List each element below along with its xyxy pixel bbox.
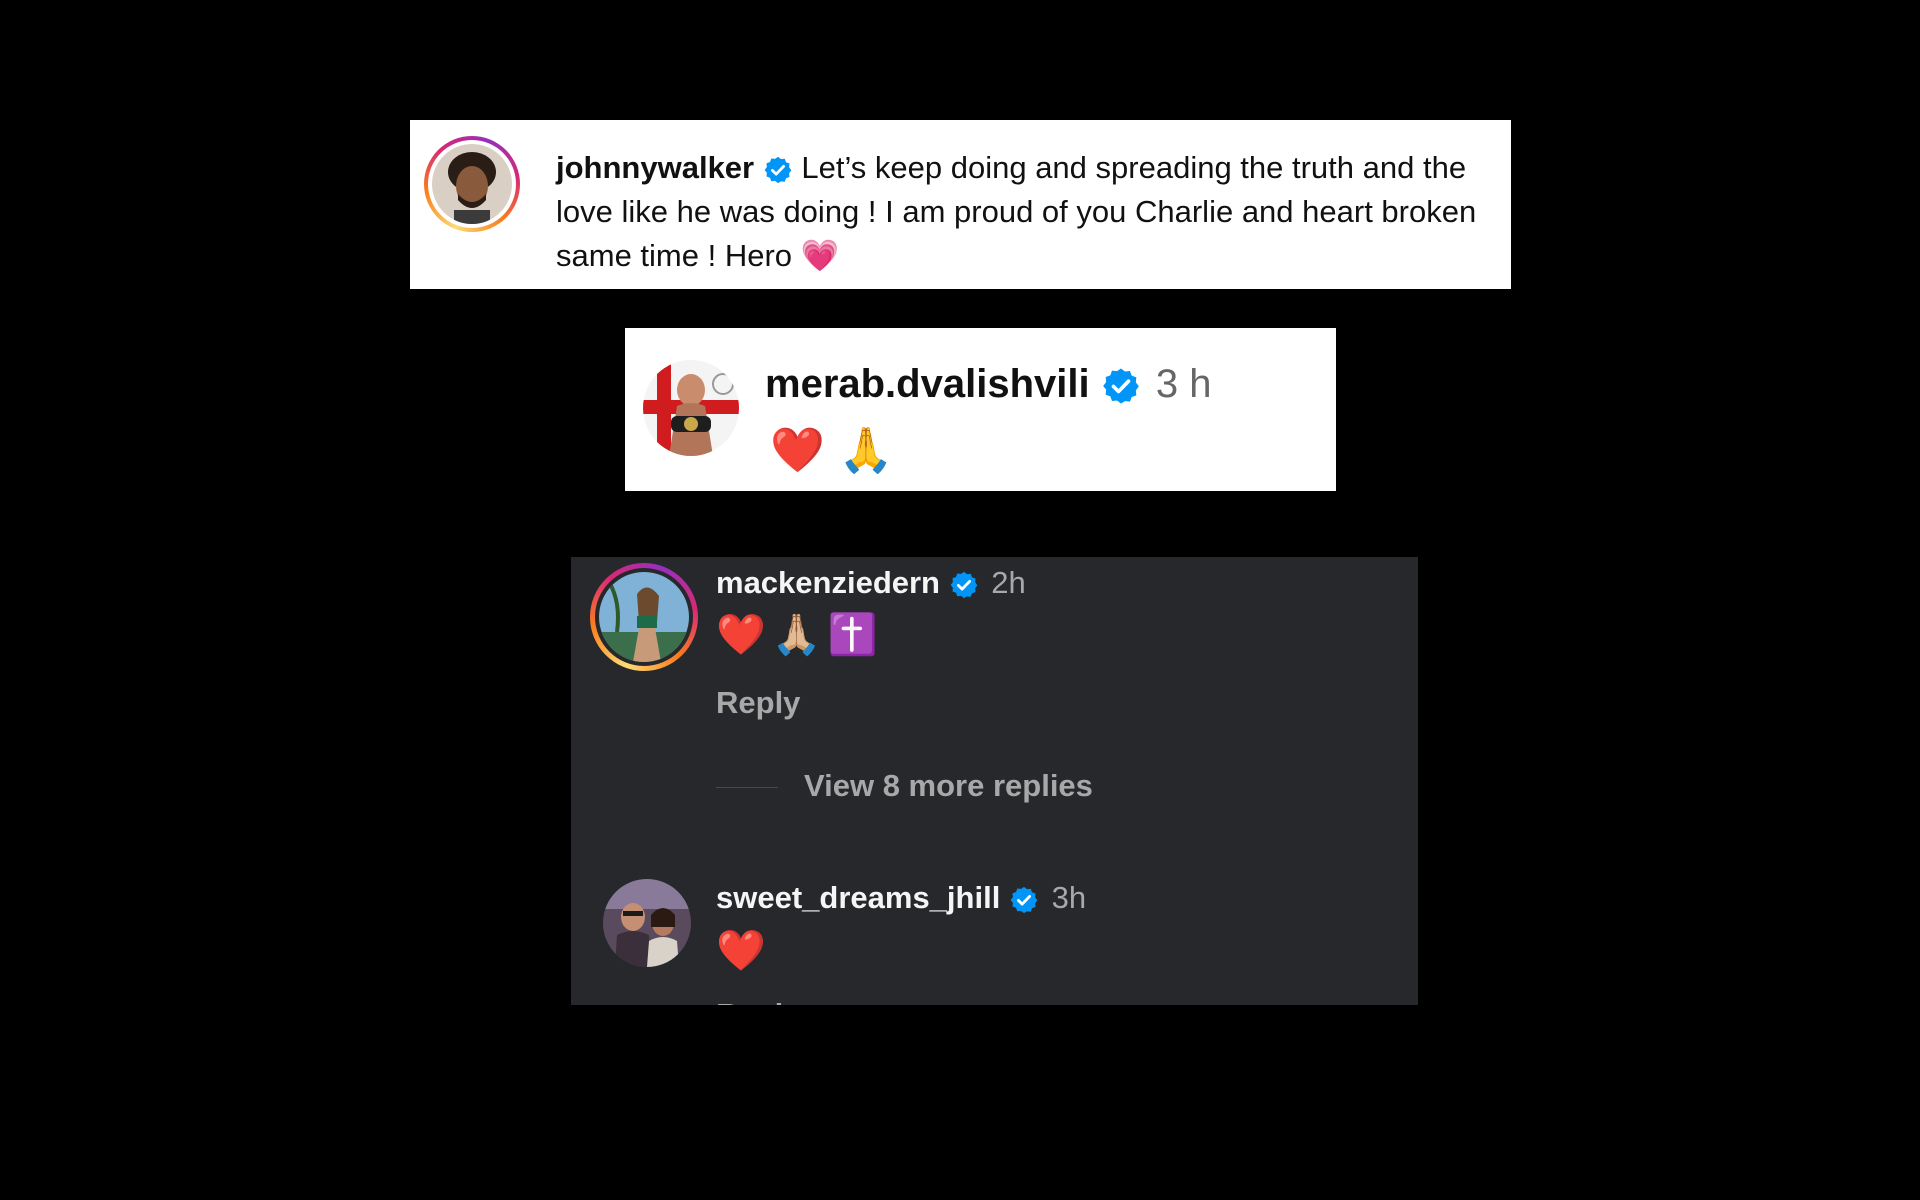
comment-card-johnnywalker: johnnywalker Let’s keep doing and spread… (410, 120, 1511, 289)
verified-badge-icon (1101, 366, 1141, 406)
verified-badge-icon (1009, 885, 1039, 915)
comment-emoji: ❤️ 🙏 (770, 425, 894, 476)
avatar[interactable] (643, 360, 739, 456)
comment-emoji: ❤️ (716, 928, 772, 974)
reply-button[interactable]: Reply (716, 997, 800, 1005)
comment-header: sweet_dreams_jhill 3h (716, 880, 1086, 916)
timestamp: 3 h (1155, 362, 1212, 406)
heart-emoji: 💗 (800, 238, 840, 273)
comments-panel: mackenziedern 2h ❤️🙏🏼✝️ Reply View 8 mor… (571, 557, 1418, 1005)
view-more-replies-button[interactable]: View 8 more replies (716, 768, 1093, 804)
username[interactable]: mackenziedern (716, 565, 940, 600)
comment-emoji: ❤️🙏🏼✝️ (716, 612, 884, 658)
verified-badge-icon (949, 570, 979, 600)
verified-badge-icon (763, 155, 793, 185)
avatar[interactable] (432, 144, 512, 224)
timestamp: 3h (1051, 880, 1087, 915)
avatar[interactable] (599, 572, 689, 662)
comment-card-merab: merab.dvalishvili 3 h ❤️ 🙏 (625, 328, 1336, 491)
comment-body: johnnywalker Let’s keep doing and spread… (556, 146, 1486, 278)
reply-button[interactable]: Reply (716, 685, 800, 721)
story-ring[interactable] (590, 563, 698, 671)
story-ring[interactable] (424, 136, 520, 232)
username[interactable]: merab.dvalishvili (765, 362, 1090, 406)
comment-header: merab.dvalishvili 3 h (765, 362, 1211, 407)
view-more-replies-label: View 8 more replies (804, 768, 1093, 803)
avatar[interactable] (603, 879, 691, 967)
username[interactable]: sweet_dreams_jhill (716, 880, 1000, 915)
username[interactable]: johnnywalker (556, 150, 754, 185)
divider (716, 787, 778, 789)
comment-header: mackenziedern 2h (716, 565, 1026, 601)
timestamp: 2h (991, 565, 1026, 600)
